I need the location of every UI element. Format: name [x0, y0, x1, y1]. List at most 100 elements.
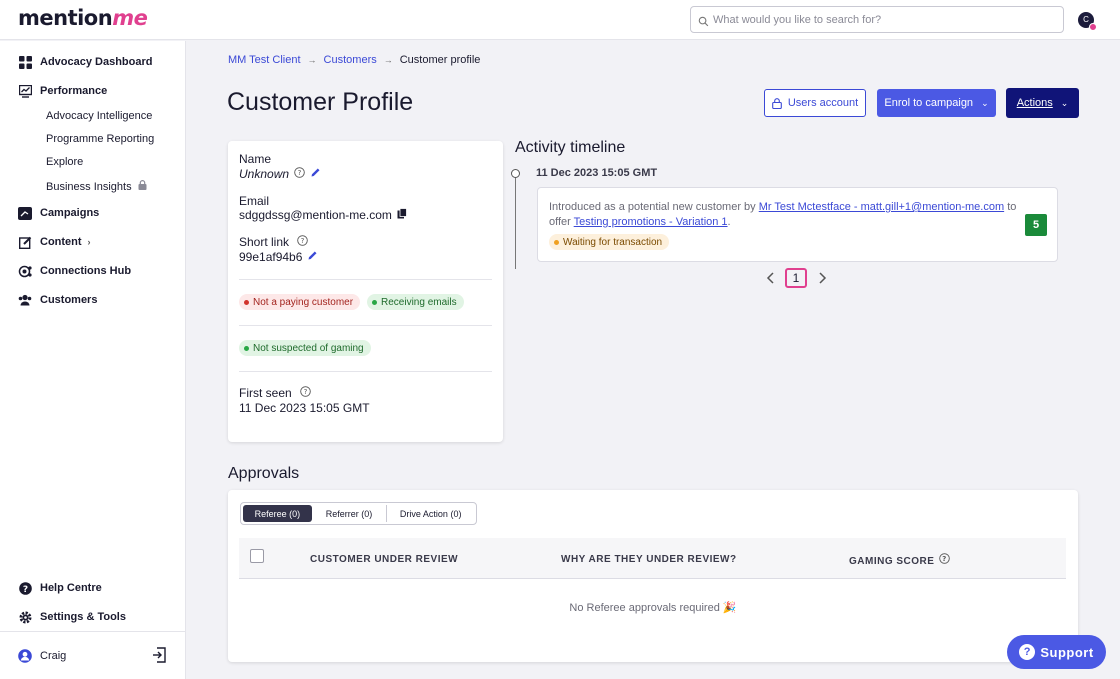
activity-timeline-title: Activity timeline — [515, 139, 626, 156]
page-title: Customer Profile — [227, 88, 414, 116]
short-link-row: 99e1af94b6 — [239, 250, 318, 264]
tab-drive-action[interactable]: Drive Action (0) — [387, 505, 474, 522]
sidebar-item-business-insights[interactable]: Business Insights — [46, 180, 147, 193]
select-all-checkbox[interactable] — [250, 549, 264, 563]
sidebar-item-label: Content — [40, 236, 82, 248]
mention-me-logo[interactable]: mentionme — [18, 6, 148, 30]
search-box[interactable] — [690, 6, 1064, 33]
actions-label: Actions — [1016, 97, 1053, 109]
sidebar-item-performance[interactable]: Performance — [18, 82, 107, 100]
support-label: Support — [1040, 644, 1094, 660]
actions-button[interactable]: Actions ⌄ — [1006, 88, 1079, 118]
user-circle-icon — [18, 649, 32, 663]
lock-icon — [138, 180, 147, 193]
campaigns-icon — [18, 206, 32, 220]
sidebar-item-customers[interactable]: Customers — [18, 291, 97, 309]
offer-link[interactable]: Testing promotions - Variation 1 — [574, 216, 728, 228]
svg-text:?: ? — [943, 555, 948, 563]
chevron-down-icon: ⌄ — [1060, 97, 1069, 108]
sidebar-item-label: Settings & Tools — [40, 611, 126, 623]
notification-dot — [1089, 23, 1097, 31]
sidebar-divider — [0, 631, 185, 632]
column-customer-under-review[interactable]: CUSTOMER UNDER REVIEW — [310, 554, 458, 565]
pencil-icon[interactable] — [307, 250, 318, 264]
svg-text:?: ? — [301, 237, 305, 245]
users-account-button[interactable]: Users account — [764, 89, 866, 117]
divider — [239, 371, 492, 372]
arrow-right-icon: → — [383, 55, 393, 65]
approvals-card: Referee (0) Referrer (0) Drive Action (0… — [228, 490, 1078, 662]
sidebar-item-content[interactable]: Content › — [18, 233, 91, 251]
sidebar-item-explore[interactable]: Explore — [46, 156, 83, 168]
help-circle-icon[interactable]: ? — [297, 235, 309, 249]
arrow-right-icon: → — [307, 55, 317, 65]
sidebar-item-help-centre[interactable]: ? Help Centre — [18, 579, 102, 597]
sidebar-item-label: Help Centre — [40, 582, 102, 594]
help-circle-icon[interactable]: ? — [294, 167, 305, 181]
help-icon: ? — [18, 581, 32, 595]
chevron-right-icon: › — [87, 237, 91, 247]
event-score-badge: 5 — [1025, 214, 1047, 236]
users-icon — [18, 293, 32, 307]
sidebar-item-campaigns[interactable]: Campaigns — [18, 204, 99, 222]
status-badge-receiving-emails: Receiving emails — [367, 294, 464, 310]
top-bar: mentionme C — [0, 0, 1120, 40]
page-number-button[interactable]: 1 — [785, 268, 807, 288]
first-seen-label: First seen — [239, 386, 292, 400]
breadcrumb-customers-link[interactable]: Customers — [324, 54, 377, 66]
sidebar-item-advocacy-dashboard[interactable]: Advocacy Dashboard — [18, 53, 152, 71]
timeline-line — [515, 170, 516, 269]
sidebar-item-label: Connections Hub — [40, 265, 132, 277]
sidebar-item-label: Advocacy Dashboard — [40, 56, 153, 68]
performance-icon — [18, 84, 32, 98]
enrol-to-campaign-button[interactable]: Enrol to campaign ⌄ — [877, 89, 996, 117]
user-avatar[interactable]: C — [1078, 12, 1097, 31]
approvals-tabs: Referee (0) Referrer (0) Drive Action (0… — [240, 502, 477, 525]
timeline-dot — [511, 169, 520, 178]
sidebar-item-settings-tools[interactable]: Settings & Tools — [18, 608, 126, 626]
sidebar-item-label: Customers — [40, 294, 98, 306]
user-profile-link[interactable]: Craig — [18, 647, 66, 665]
email-label: Email — [239, 194, 270, 208]
column-gaming-score[interactable]: GAMING SCORE ? — [849, 553, 951, 567]
edit-icon — [18, 235, 32, 249]
logout-icon[interactable] — [152, 647, 167, 668]
copy-icon[interactable] — [397, 208, 407, 222]
users-account-label: Users account — [787, 97, 859, 109]
status-badge-not-paying: Not a paying customer — [239, 294, 361, 310]
status-badge-waiting: Waiting for transaction — [549, 234, 670, 250]
enrol-label: Enrol to campaign — [884, 97, 974, 109]
sidebar-item-label: Campaigns — [40, 207, 100, 219]
sidebar-item-label: Business Insights — [46, 180, 132, 193]
approvals-title: Approvals — [228, 465, 300, 482]
search-input[interactable] — [713, 11, 1053, 29]
previous-page-button[interactable] — [765, 268, 777, 288]
referrer-link[interactable]: Mr Test Mctestface - matt.gill+1@mention… — [759, 201, 1004, 213]
name-row: Unknown ? — [239, 167, 321, 181]
support-button[interactable]: ? Support — [1007, 635, 1106, 669]
tab-referee[interactable]: Referee (0) — [243, 505, 312, 522]
next-page-button[interactable] — [816, 268, 828, 288]
help-circle-icon[interactable]: ? — [939, 553, 951, 567]
pencil-icon[interactable] — [310, 167, 321, 181]
short-link-value: 99e1af94b6 — [239, 250, 303, 264]
help-circle-icon[interactable]: ? — [300, 386, 311, 400]
sidebar-item-advocacy-intelligence[interactable]: Advocacy Intelligence — [46, 110, 152, 122]
column-why-under-review[interactable]: WHY ARE THEY UNDER REVIEW? — [561, 554, 737, 565]
timeline-event-card: Introduced as a potential new customer b… — [537, 187, 1058, 262]
svg-text:?: ? — [298, 169, 302, 177]
breadcrumb-client-link[interactable]: MM Test Client — [228, 54, 301, 66]
tab-referrer[interactable]: Referrer (0) — [312, 505, 387, 522]
breadcrumb: MM Test Client → Customers → Customer pr… — [228, 54, 480, 66]
svg-text:?: ? — [304, 388, 308, 396]
name-label: Name — [239, 152, 272, 166]
question-icon: ? — [1019, 644, 1036, 660]
status-badge-not-gaming: Not suspected of gaming — [239, 340, 371, 356]
sidebar-item-label: Performance — [40, 85, 108, 97]
approvals-table-header: CUSTOMER UNDER REVIEW WHY ARE THEY UNDER… — [239, 538, 1066, 579]
column-label: GAMING SCORE — [849, 556, 935, 567]
short-link-label-row: Short link ? — [239, 235, 309, 249]
sidebar-item-programme-reporting[interactable]: Programme Reporting — [46, 133, 154, 145]
user-name: Craig — [40, 650, 67, 662]
sidebar-item-connections-hub[interactable]: Connections Hub — [18, 262, 131, 280]
